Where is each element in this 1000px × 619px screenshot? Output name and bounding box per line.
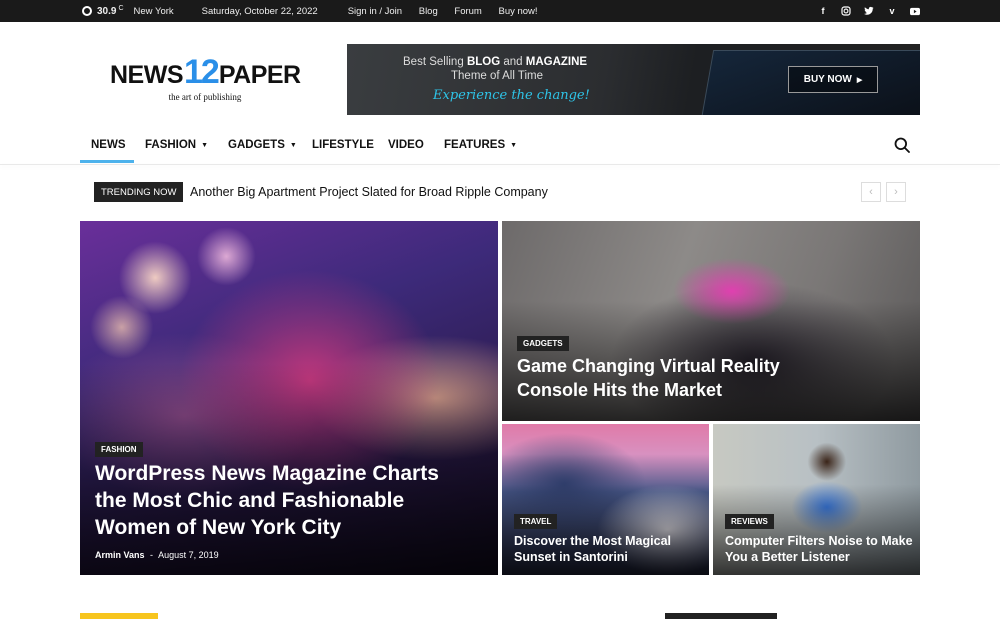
nav-divider bbox=[0, 164, 1000, 165]
trending-badge: TRENDING NOW bbox=[94, 182, 184, 202]
blog-link[interactable]: Blog bbox=[419, 6, 438, 17]
logo-part-12: 12 bbox=[184, 53, 220, 91]
forum-link[interactable]: Forum bbox=[454, 6, 481, 17]
logo-part-news: NEWS bbox=[110, 61, 184, 89]
weather-city: New York bbox=[133, 5, 174, 17]
section-heading-bar-left bbox=[80, 613, 158, 619]
category-badge[interactable]: TRAVEL bbox=[514, 514, 558, 529]
category-badge[interactable]: FASHION bbox=[95, 442, 143, 457]
chevron-down-icon: ▼ bbox=[510, 141, 518, 149]
main-nav: NEWS FASHION ▼ GADGETS ▼ LIFESTYLE VIDEO F… bbox=[80, 128, 920, 164]
logo-wordmark: NEWS 12 PAPER bbox=[110, 53, 310, 91]
post-title[interactable]: Computer Filters Noise to Make You a Bet… bbox=[725, 533, 915, 565]
social-icons: f v bbox=[818, 0, 920, 22]
search-icon[interactable] bbox=[894, 137, 910, 153]
chevron-down-icon: ▼ bbox=[289, 141, 297, 149]
featured-post-main[interactable]: FASHION WordPress News Magazine Charts t… bbox=[80, 221, 498, 575]
post-author[interactable]: Armin Vans bbox=[95, 550, 145, 560]
featured-post-vr[interactable]: GADGETS Game Changing Virtual Reality Co… bbox=[502, 221, 920, 421]
post-title[interactable]: Game Changing Virtual Reality Console Hi… bbox=[517, 354, 817, 402]
trending-next-button[interactable]: › bbox=[886, 182, 906, 202]
header-banner-ad[interactable]: Best Selling BLOG and MAGAZINE Theme of … bbox=[347, 44, 920, 115]
chevron-down-icon: ▼ bbox=[201, 141, 209, 149]
nav-item-news[interactable]: NEWS bbox=[91, 128, 126, 162]
top-bar-left: 30.9 C New York Saturday, October 22, 20… bbox=[82, 0, 552, 22]
nav-item-fashion[interactable]: FASHION ▼ bbox=[145, 128, 208, 162]
nav-active-indicator bbox=[80, 160, 134, 163]
meta-separator: - bbox=[150, 550, 154, 560]
nav-item-gadgets[interactable]: GADGETS ▼ bbox=[228, 128, 297, 162]
sign-in-link[interactable]: Sign in / Join bbox=[348, 6, 402, 17]
banner-line-3: Experience the change! bbox=[433, 88, 590, 103]
facebook-icon[interactable]: f bbox=[818, 6, 828, 16]
chevron-left-icon: ‹ bbox=[869, 186, 873, 198]
chevron-right-icon: › bbox=[894, 186, 898, 198]
post-meta: Armin Vans - August 7, 2019 bbox=[95, 550, 219, 560]
featured-post-santorini[interactable]: TRAVEL Discover the Most Magical Sunset … bbox=[502, 424, 709, 575]
nav-item-features[interactable]: FEATURES ▼ bbox=[444, 128, 517, 162]
twitter-icon[interactable] bbox=[864, 6, 874, 16]
chevron-right-icon: ▶ bbox=[856, 76, 863, 84]
instagram-icon[interactable] bbox=[841, 6, 851, 16]
post-title[interactable]: Discover the Most Magical Sunset in Sant… bbox=[514, 533, 699, 565]
current-date: Saturday, October 22, 2022 bbox=[201, 5, 318, 17]
post-date: August 7, 2019 bbox=[158, 550, 219, 560]
banner-buy-now-button[interactable]: BUY NOW ▶ bbox=[788, 66, 878, 93]
banner-line-2: Theme of All Time bbox=[451, 70, 544, 82]
top-links: Sign in / Join Blog Forum Buy now! bbox=[348, 6, 552, 17]
site-logo[interactable]: NEWS 12 PAPER the art of publishing bbox=[110, 53, 310, 112]
logo-part-paper: PAPER bbox=[218, 61, 301, 89]
nav-item-lifestyle[interactable]: LIFESTYLE bbox=[312, 128, 374, 162]
category-badge[interactable]: REVIEWS bbox=[725, 514, 774, 529]
trending-headline[interactable]: Another Big Apartment Project Slated for… bbox=[190, 185, 548, 199]
sun-icon bbox=[82, 6, 92, 16]
category-badge[interactable]: GADGETS bbox=[517, 336, 569, 351]
top-bar: 30.9 C New York Saturday, October 22, 20… bbox=[0, 0, 1000, 22]
post-title[interactable]: WordPress News Magazine Charts the Most … bbox=[95, 460, 475, 541]
section-heading-bar-right bbox=[665, 613, 777, 619]
temperature-unit: C bbox=[118, 4, 124, 12]
logo-tagline: the art of publishing bbox=[168, 92, 242, 102]
temperature: 30.9 bbox=[97, 5, 117, 17]
nav-item-video[interactable]: VIDEO bbox=[388, 128, 424, 162]
featured-post-reviews[interactable]: REVIEWS Computer Filters Noise to Make Y… bbox=[713, 424, 920, 575]
vimeo-icon[interactable]: v bbox=[887, 6, 897, 16]
youtube-icon[interactable] bbox=[910, 6, 920, 16]
trending-prev-button[interactable]: ‹ bbox=[861, 182, 881, 202]
banner-line-1: Best Selling BLOG and MAGAZINE bbox=[403, 56, 588, 68]
buy-now-link[interactable]: Buy now! bbox=[498, 6, 537, 17]
